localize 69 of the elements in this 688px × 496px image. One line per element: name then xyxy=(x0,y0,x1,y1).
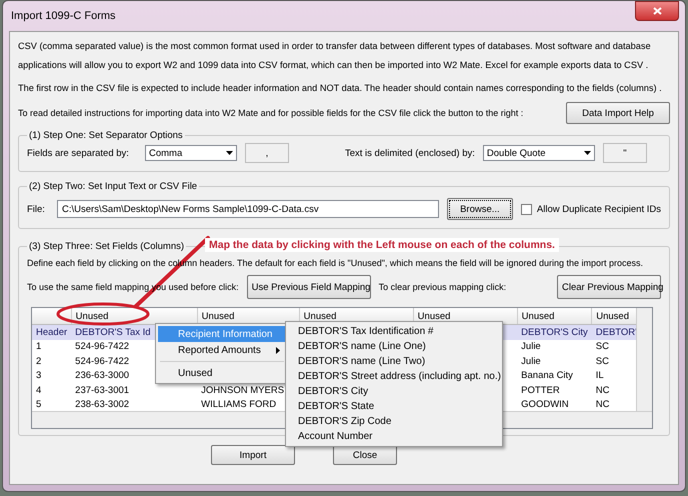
allow-duplicates-checkbox[interactable] xyxy=(520,204,532,214)
table-cell: WILLIAMS FORD xyxy=(201,399,276,410)
fields-label: Fields are separated by: xyxy=(27,148,130,158)
menu-item[interactable]: DEBTOR'S Zip Code xyxy=(288,414,500,429)
submenu-arrow-icon xyxy=(276,346,280,354)
clear-mapping-prompt: To clear previous mapping click: xyxy=(378,282,506,292)
annotation-text: Map the data by clicking with the Left mouse on each of the columns. xyxy=(205,238,559,252)
table-cell: 524-96-7422 xyxy=(75,356,130,367)
use-previous-mapping-button[interactable]: Use Previous Field Mapping xyxy=(246,275,371,299)
row-label: 3 xyxy=(36,370,42,382)
vertical-scrollbar[interactable] xyxy=(636,308,652,411)
delimiter-label: Text is delimited (enclosed) by: xyxy=(345,148,475,158)
group-legend: (3) Step Three: Set Fields (Columns) xyxy=(27,241,186,252)
clear-previous-mapping-button[interactable]: Clear Previous Mapping xyxy=(557,275,661,299)
row-label: 1 xyxy=(36,341,42,352)
menu-item[interactable]: DEBTOR'S Street address (including apt. no.) xyxy=(288,369,500,384)
field-separator-dropdown[interactable]: Comma xyxy=(145,145,237,161)
browse-button[interactable]: Browse... xyxy=(446,198,513,220)
row-label: Header xyxy=(36,326,68,338)
table-cell: IL xyxy=(596,370,604,382)
data-import-help-button[interactable]: Data Import Help xyxy=(566,102,670,124)
table-cell: SC xyxy=(596,356,609,367)
close-icon xyxy=(652,7,662,15)
table-cell: DEBTOR' xyxy=(596,326,637,338)
table-cell: SC xyxy=(596,341,609,352)
table-cell: DEBTOR'S City xyxy=(521,326,588,338)
table-cell: GOODWIN xyxy=(521,399,569,410)
table-cell: Julie xyxy=(521,341,541,352)
menu-item[interactable]: Reported Amounts xyxy=(158,342,286,358)
dropdown-caret-icon xyxy=(226,151,233,155)
table-cell: JOHNSON MYERS xyxy=(201,384,284,396)
menu-item[interactable]: DEBTOR'S name (Line One) xyxy=(288,339,500,354)
allow-duplicates-label: Allow Duplicate Recipient IDs xyxy=(536,204,661,214)
instruction-text: CSV (comma separated value) is the most common format used in order to transfer data between different types of databases. Most software and database applications will allow you to export W2 and 1099 data into CSV format, which can then be imported into W2 Mate. Excel for example exports data to CSV . xyxy=(18,40,652,72)
table-cell: Julie xyxy=(521,356,541,367)
menu-item[interactable]: DEBTOR'S name (Line Two) xyxy=(288,354,500,369)
table-cell: DEBTOR'S Tax Id xyxy=(75,326,151,338)
menu-item[interactable]: Account Number xyxy=(288,429,500,444)
column-header[interactable]: Unused xyxy=(304,310,336,322)
separator-char-field: , xyxy=(245,143,289,163)
dropdown-caret-icon xyxy=(584,151,591,155)
row-label: 5 xyxy=(36,399,42,410)
menu-item[interactable]: DEBTOR'S State xyxy=(288,399,500,414)
close-button[interactable] xyxy=(635,1,679,21)
row-label: 2 xyxy=(36,356,42,367)
import-button[interactable]: Import xyxy=(211,445,295,465)
column-header[interactable]: Unused xyxy=(76,310,108,322)
menu-item[interactable]: Unused xyxy=(158,365,286,381)
row-label: 4 xyxy=(36,384,42,396)
menu-item[interactable]: DEBTOR'S Tax Identification # xyxy=(288,324,500,339)
text-delimiter-dropdown[interactable]: Double Quote xyxy=(482,145,595,161)
table-cell: 237-63-3001 xyxy=(75,384,130,396)
table-cell: NC xyxy=(596,384,610,396)
file-path-field[interactable]: C:\Users\Sam\Desktop\New Forms Sample\1099-C-Data.csv xyxy=(57,200,439,218)
table-cell: 236-63-3000 xyxy=(75,370,130,382)
table-cell: POTTER xyxy=(521,384,560,396)
group-legend: (2) Step Two: Set Input Text or CSV File xyxy=(27,181,200,192)
file-label: File: xyxy=(27,204,46,214)
table-cell: Banana City xyxy=(521,370,573,382)
instruction-text: The first row in the CSV file is expected to include header information and NOT data. The header should contain names corresponding to the fields (columns) . xyxy=(18,82,663,95)
table-cell: 238-63-3002 xyxy=(75,399,130,410)
delimiter-char-field: " xyxy=(602,143,647,163)
group-legend: (1) Step One: Set Separator Options xyxy=(27,130,185,141)
window-title: Import 1099-C Forms xyxy=(10,10,116,22)
table-cell: 524-96-7422 xyxy=(75,341,130,352)
table-cell: NC xyxy=(596,399,610,410)
close-dialog-button[interactable]: Close xyxy=(333,445,397,465)
help-prompt: To read detailed instructions for importing data into W2 Mate and for possible fields for the CSV file click the button to the right : xyxy=(18,108,524,118)
menu-item[interactable]: DEBTOR'S City xyxy=(288,384,500,399)
